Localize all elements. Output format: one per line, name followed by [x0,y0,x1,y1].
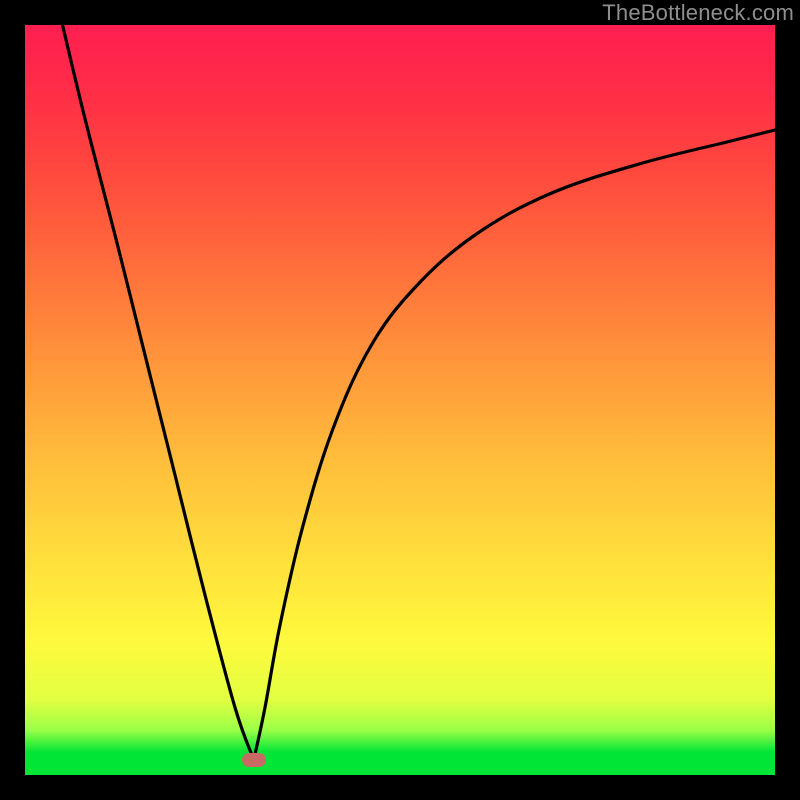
chart-frame: TheBottleneck.com [0,0,800,800]
chart-plot-area [25,25,775,775]
curve-right-arm [254,130,775,760]
curve-left-arm [63,25,254,760]
optimal-point-marker [242,753,266,767]
watermark-text: TheBottleneck.com [602,0,794,26]
curve-svg [25,25,775,775]
